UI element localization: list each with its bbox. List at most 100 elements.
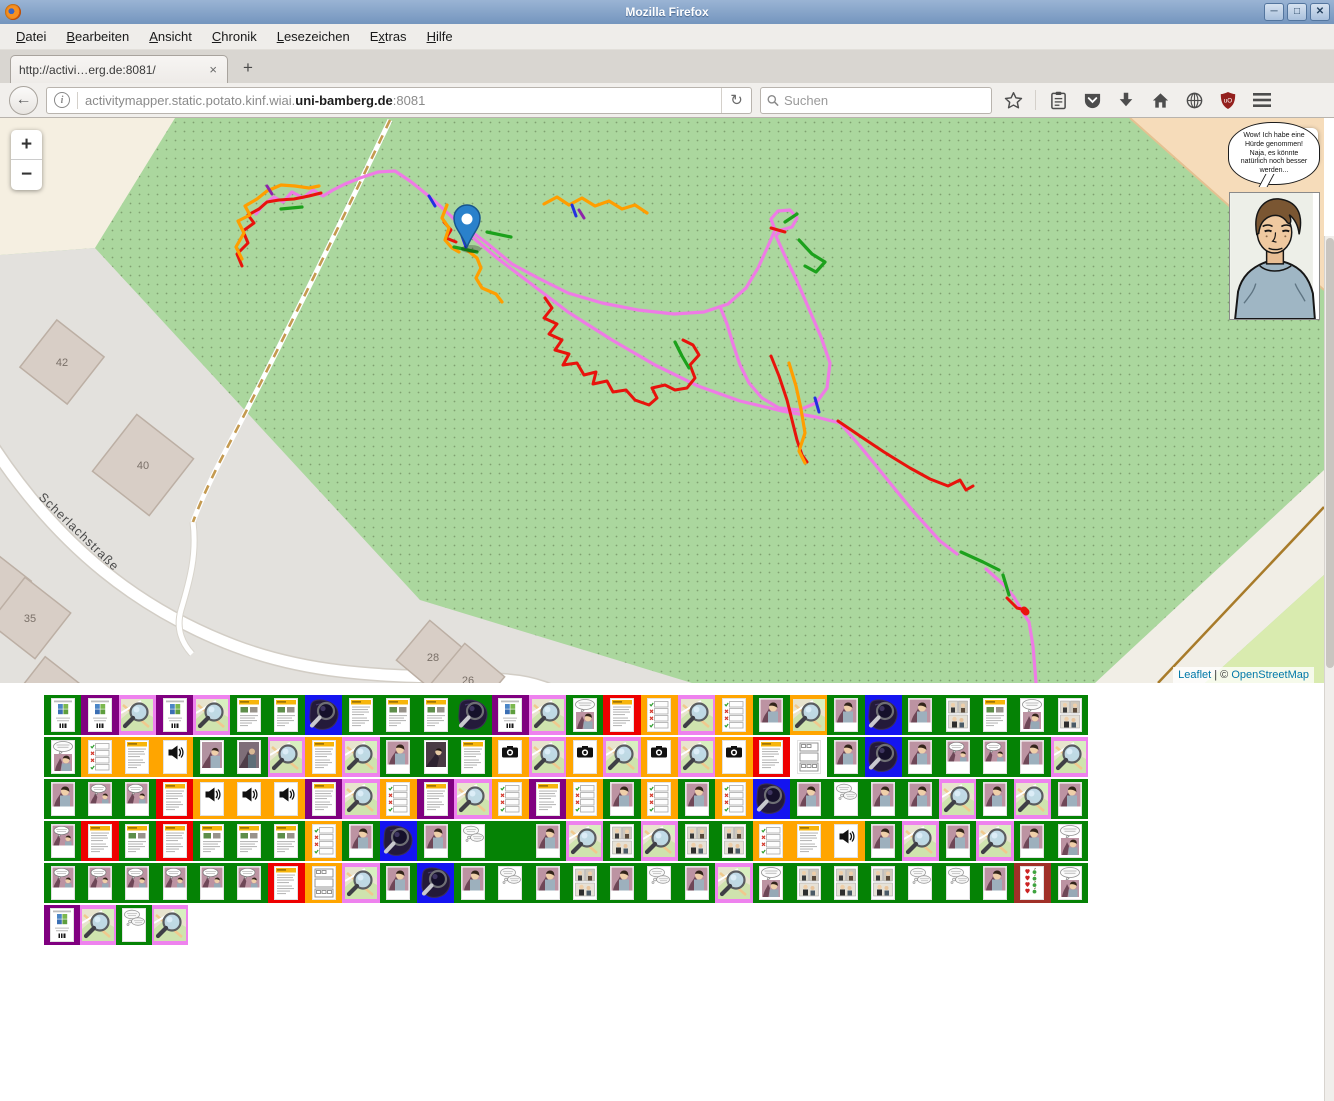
menu-chronik[interactable]: Chronik	[202, 25, 267, 48]
timeline-tile-speechscene[interactable]	[119, 779, 156, 819]
timeline-tile-speechscene[interactable]	[81, 779, 118, 819]
timeline-tile-speechscene[interactable]	[81, 863, 118, 903]
timeline-tile-portrait[interactable]	[827, 737, 864, 777]
downloads-icon[interactable]	[1113, 87, 1139, 113]
timeline-tile-portrait[interactable]	[902, 737, 939, 777]
timeline-tile-speechscene[interactable]	[193, 863, 230, 903]
timeline-tile-speaker[interactable]	[268, 779, 305, 819]
timeline-tile-portrait[interactable]	[865, 821, 902, 861]
timeline-tile-app[interactable]	[492, 695, 529, 735]
timeline-tile-map[interactable]	[715, 863, 752, 903]
timeline-tile-portrait[interactable]	[603, 863, 640, 903]
timeline-tile-none[interactable]	[492, 821, 529, 861]
timeline-tile-checklist[interactable]	[566, 779, 603, 819]
timeline-tile-comic[interactable]	[939, 695, 976, 735]
timeline-tile-camera[interactable]	[715, 737, 752, 777]
url-bar[interactable]: i activitymapper.static.potato.kinf.wiai…	[46, 87, 752, 114]
timeline-tile-portrait[interactable]	[1051, 779, 1088, 819]
timeline-tile-portrait[interactable]	[1014, 821, 1051, 861]
timeline-tile-darkmap[interactable]	[417, 863, 454, 903]
timeline-tile-checklist[interactable]	[492, 779, 529, 819]
timeline-tile-speaker[interactable]	[156, 737, 193, 777]
timeline-tile-checklist[interactable]	[81, 737, 118, 777]
timeline-tile-speech[interactable]	[116, 905, 152, 945]
timeline-tile-portrait[interactable]	[827, 695, 864, 735]
timeline-tile-comic[interactable]	[827, 863, 864, 903]
timeline-tile-docimg[interactable]	[976, 695, 1013, 735]
timeline-tile-darkmap[interactable]	[380, 821, 417, 861]
timeline-tile-map[interactable]	[342, 863, 379, 903]
timeline-tile-portrait[interactable]	[939, 821, 976, 861]
timeline-tile-darkmap[interactable]	[865, 737, 902, 777]
timeline-tile-speechportrait[interactable]	[1051, 821, 1088, 861]
timeline-tile-docimg[interactable]	[268, 695, 305, 735]
timeline-tile-map[interactable]	[641, 821, 678, 861]
timeline-tile-map[interactable]	[1014, 779, 1051, 819]
timeline-tile-checklist[interactable]	[753, 821, 790, 861]
timeline-tile-map[interactable]	[603, 737, 640, 777]
timeline-tile-portrait[interactable]	[529, 863, 566, 903]
timeline-tile-map[interactable]	[529, 695, 566, 735]
timeline-tile-docimg[interactable]	[119, 821, 156, 861]
timeline-tile-docyellow[interactable]	[81, 821, 118, 861]
timeline-tile-portrait[interactable]	[865, 779, 902, 819]
timeline-tile-photoscene[interactable]	[230, 737, 267, 777]
timeline-tile-speech[interactable]	[492, 863, 529, 903]
timeline-tile-checklist[interactable]	[715, 779, 752, 819]
timeline-tile-speechscene[interactable]	[119, 863, 156, 903]
map-canvas[interactable]: 42403735282623Scherlachstraße	[0, 118, 1324, 683]
timeline-tile-portrait[interactable]	[44, 779, 81, 819]
timeline-tile-camera[interactable]	[641, 737, 678, 777]
timeline-tile-portrait[interactable]	[790, 779, 827, 819]
timeline-tile-docyellow[interactable]	[305, 737, 342, 777]
timeline-tile-portrait[interactable]	[902, 695, 939, 735]
timeline-tile-camera[interactable]	[492, 737, 529, 777]
timeline-tile-map[interactable]	[566, 821, 603, 861]
timeline-tile-portrait[interactable]	[417, 821, 454, 861]
timeline-tile-photo[interactable]	[193, 737, 230, 777]
timeline-tile-docimg[interactable]	[380, 695, 417, 735]
timeline-tile-speechportrait[interactable]	[753, 863, 790, 903]
pocket-icon[interactable]	[1079, 87, 1105, 113]
timeline-tile-docyellow[interactable]	[790, 821, 827, 861]
timeline-tile-speechportrait[interactable]	[566, 695, 603, 735]
timeline-tile-docyellow[interactable]	[156, 821, 193, 861]
menu-hilfe[interactable]: Hilfe	[417, 25, 463, 48]
timeline-tile-portrait[interactable]	[902, 779, 939, 819]
scrollbar-thumb[interactable]	[1326, 238, 1334, 668]
timeline-tile-map[interactable]	[976, 821, 1013, 861]
timeline-tile-map[interactable]	[1051, 737, 1088, 777]
reload-icon[interactable]: ↻	[721, 88, 751, 113]
timeline-tile-comic[interactable]	[566, 863, 603, 903]
timeline-tile-app[interactable]	[44, 695, 81, 735]
map-view[interactable]: 42403735282623Scherlachstraße + − Leafle…	[0, 118, 1324, 683]
timeline-tile-speechscene[interactable]	[156, 863, 193, 903]
timeline-tile-map[interactable]	[342, 737, 379, 777]
timeline-tile-docyellow[interactable]	[119, 737, 156, 777]
site-info-icon[interactable]: i	[54, 92, 70, 108]
timeline-tile-darkmap[interactable]	[305, 695, 342, 735]
timeline-tile-speech[interactable]	[641, 863, 678, 903]
timeline-tile-docyellow[interactable]	[268, 863, 305, 903]
menu-bearbeiten[interactable]: Bearbeiten	[56, 25, 139, 48]
timeline-tile-comic[interactable]	[790, 863, 827, 903]
timeline-tile-speaker[interactable]	[230, 779, 267, 819]
timeline-tile-speechscene[interactable]	[44, 821, 81, 861]
menu-datei[interactable]: Datei	[6, 25, 56, 48]
timeline-tile-camera[interactable]	[566, 737, 603, 777]
timeline-tile-comic[interactable]	[603, 821, 640, 861]
bookmarks-sidebar-icon[interactable]	[1045, 87, 1071, 113]
timeline-tile-portrait[interactable]	[678, 863, 715, 903]
timeline-tile-portrait[interactable]	[678, 779, 715, 819]
timeline-tile-speechportrait[interactable]	[1014, 695, 1051, 735]
timeline-tile-portrait[interactable]	[976, 779, 1013, 819]
leaflet-link[interactable]: Leaflet	[1178, 669, 1211, 681]
ublock-shield-icon[interactable]: uO	[1215, 87, 1241, 113]
timeline-tile-map[interactable]	[678, 737, 715, 777]
timeline-tile-speaker[interactable]	[827, 821, 864, 861]
vertical-scrollbar[interactable]	[1324, 236, 1334, 1101]
timeline-tile-speech[interactable]	[827, 779, 864, 819]
search-input[interactable]	[784, 93, 985, 108]
timeline-tile-speechportrait[interactable]	[1051, 863, 1088, 903]
timeline-tile-map[interactable]	[268, 737, 305, 777]
